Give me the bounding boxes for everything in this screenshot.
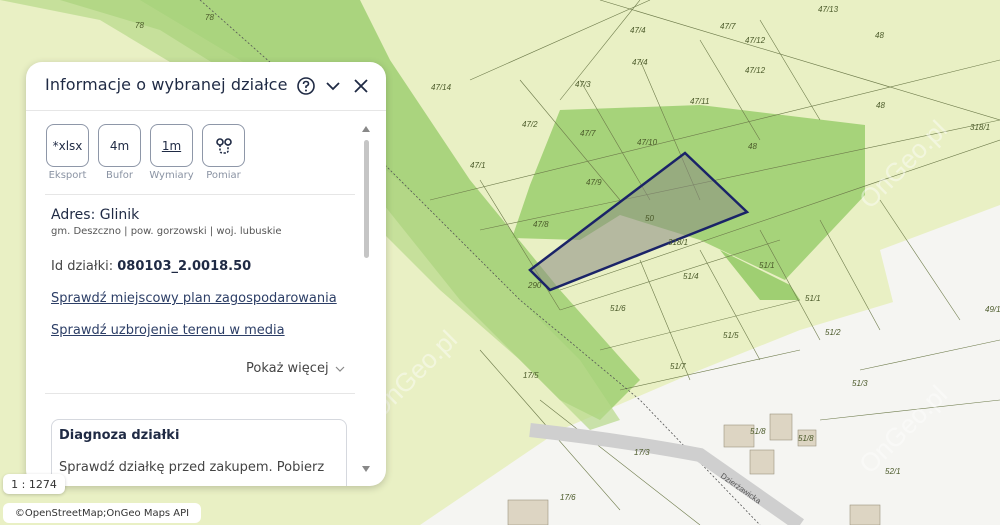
parcel-number-label: 47/13 <box>818 5 839 14</box>
dimensions-label: Wymiary <box>149 170 194 181</box>
parcel-number-label: 290 <box>527 281 542 290</box>
buffer-label: Bufor <box>106 170 133 181</box>
parcel-id-label: Id działki: <box>51 259 114 274</box>
parcel-number-label: 47/4 <box>632 58 648 67</box>
map-attribution[interactable]: ©OpenStreetMap;OnGeo Maps API <box>3 503 201 523</box>
panel-header: Informacje o wybranej działce <box>26 62 386 111</box>
parcel-number-label: 50 <box>645 214 654 223</box>
measure-tool[interactable]: Pomiar <box>201 124 246 181</box>
ruler-pin-icon <box>215 137 232 154</box>
parcel-number-label: 47/12 <box>745 36 766 45</box>
parcel-number-label: 47/9 <box>586 178 602 187</box>
parcel-number-label: 52/1 <box>885 467 901 476</box>
panel-title: Informacje o wybranej działce <box>45 75 288 94</box>
diagnosis-text: Sprawdź działkę przed zakupem. Pobierz <box>59 460 325 475</box>
divider <box>45 194 355 195</box>
parcel-number-label: 17/3 <box>634 448 650 457</box>
address-title: Adres: Glinik <box>51 207 140 223</box>
show-more-label: Pokaż więcej <box>246 361 329 376</box>
parcel-number-label: 51/1 <box>805 294 821 303</box>
parcel-number-label: 51/2 <box>825 328 841 337</box>
parcel-number-label: 318/1 <box>970 123 990 132</box>
address-subtitle: gm. Deszczno | pow. gorzowski | woj. lub… <box>51 226 282 237</box>
parcel-number-label: 51/3 <box>852 379 868 388</box>
diagnosis-title: Diagnoza działki <box>59 428 180 443</box>
scrollbar-thumb[interactable] <box>364 140 369 258</box>
scroll-down-icon[interactable] <box>362 466 370 472</box>
close-icon[interactable] <box>349 74 373 98</box>
measure-button[interactable] <box>202 124 245 167</box>
parcel-number-label: 47/14 <box>431 83 452 92</box>
parcel-number-label: 47/3 <box>575 80 591 89</box>
parcel-number-label: 47/8 <box>533 220 549 229</box>
parcel-number-label: 51/7 <box>670 362 686 371</box>
tool-bar: *xlsx Eksport 4m Bufor 1m Wymiary Pomiar <box>45 124 246 181</box>
parcel-number-label: 48 <box>748 142 757 151</box>
parcel-number-label: 51/6 <box>610 304 626 313</box>
parcel-number-label: 51/8 <box>750 427 766 436</box>
show-more-button[interactable]: Pokaż więcej <box>246 361 345 376</box>
parcel-number-label: 47/11 <box>690 97 709 106</box>
parcel-number-label: 78 <box>135 21 144 30</box>
export-button[interactable]: *xlsx <box>46 124 89 167</box>
parcel-number-label: 49/1 <box>985 305 1000 314</box>
parcel-number-label: 47/1 <box>470 161 486 170</box>
parcel-number-label: 51/5 <box>723 331 739 340</box>
parcel-id-value: 080103_2.0018.50 <box>117 259 252 274</box>
parcel-number-label: 47/7 <box>580 129 596 138</box>
parcel-number-label: 51/4 <box>683 272 699 281</box>
parcel-number-label: 47/10 <box>637 138 658 147</box>
dimensions-button[interactable]: 1m <box>150 124 193 167</box>
parcel-number-label: 51/8 <box>798 434 814 443</box>
parcel-number-label: 47/12 <box>745 66 766 75</box>
help-icon[interactable] <box>294 74 318 98</box>
map-scale: 1 : 1274 <box>3 474 65 494</box>
measure-label: Pomiar <box>206 170 241 181</box>
parcel-number-label: 47/7 <box>720 22 736 31</box>
parcel-number-label: 47/2 <box>522 120 538 129</box>
dimensions-tool[interactable]: 1m Wymiary <box>149 124 194 181</box>
parcel-number-label: 48 <box>875 31 884 40</box>
utilities-link[interactable]: Sprawdź uzbrojenie terenu w media <box>51 323 285 338</box>
diagnosis-card[interactable]: Diagnoza działki Sprawdź działkę przed z… <box>51 419 347 486</box>
parcel-number-label: 318/1 <box>668 238 688 247</box>
parcel-number-label: 17/5 <box>523 371 539 380</box>
divider <box>45 393 355 394</box>
scroll-up-icon[interactable] <box>362 126 370 132</box>
buffer-tool[interactable]: 4m Bufor <box>97 124 142 181</box>
buffer-button[interactable]: 4m <box>98 124 141 167</box>
export-tool[interactable]: *xlsx Eksport <box>45 124 90 181</box>
parcel-number-label: 48 <box>876 101 885 110</box>
parcel-info-panel: Informacje o wybranej działce *xlsx Eksp… <box>26 62 386 486</box>
parcel-number-label: 51/1 <box>759 261 775 270</box>
parcel-number-label: 47/4 <box>630 26 646 35</box>
parcel-number-label: 17/6 <box>560 493 576 502</box>
parcel-id-row: Id działki: 080103_2.0018.50 <box>51 259 251 274</box>
export-label: Eksport <box>48 170 87 181</box>
chevron-down-icon <box>335 366 344 372</box>
zoning-plan-link[interactable]: Sprawdź miejscowy plan zagospodarowania <box>51 291 337 306</box>
collapse-chevron-icon[interactable] <box>321 74 345 98</box>
parcel-number-label: 78 <box>205 13 214 22</box>
